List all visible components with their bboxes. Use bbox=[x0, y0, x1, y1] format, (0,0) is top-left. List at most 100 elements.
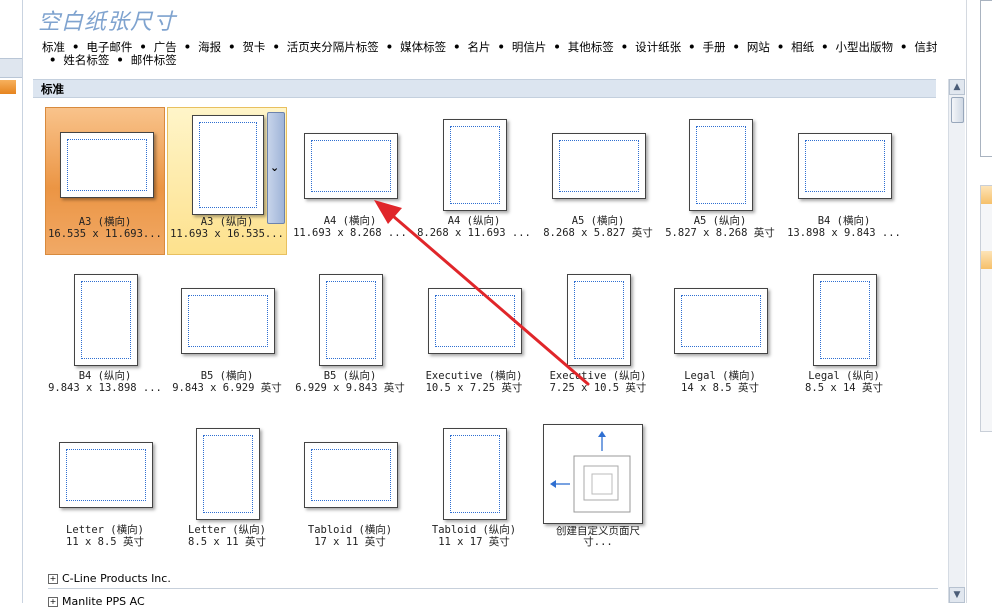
paper-size-dimensions: 11.693 x 16.535... bbox=[170, 228, 284, 240]
category-separator: • bbox=[228, 40, 236, 54]
paper-size-dimensions: 13.898 x 9.843 ... bbox=[787, 227, 901, 239]
category-separator: • bbox=[116, 53, 124, 67]
paper-size-dimensions: 11.693 x 8.268 ... bbox=[293, 227, 407, 239]
paper-size-name: Tabloid (横向) bbox=[307, 524, 393, 536]
category-link[interactable]: 设计纸张 bbox=[635, 41, 681, 54]
paper-thumbnail bbox=[443, 428, 507, 520]
vertical-scrollbar[interactable]: ▲ ▼ bbox=[948, 79, 965, 603]
section-header-standard: 标准 bbox=[33, 79, 936, 98]
paper-size-tile[interactable]: B5 (纵向) 6.929 x 9.843 英寸 bbox=[290, 262, 410, 410]
left-pane-highlight bbox=[0, 80, 16, 94]
paper-size-tile[interactable]: Letter (横向) 11 x 8.5 英寸 bbox=[45, 416, 165, 564]
paper-size-tile[interactable]: A4 (纵向) 8.268 x 11.693 ... bbox=[414, 107, 534, 255]
paper-size-name: Executive (纵向) bbox=[549, 370, 647, 382]
options-header-edge[interactable] bbox=[981, 186, 992, 204]
category-bar: 标准 • 电子邮件 • 广告 • 海报 • 贺卡 • 活页夹分隔片标签 • 媒体标签 • 名片 • 明信片 • 其他… bbox=[42, 41, 952, 67]
paper-size-dimensions: 11 x 17 英寸 bbox=[438, 536, 510, 548]
paper-size-tile[interactable]: Tabloid (横向) 17 x 11 英寸 bbox=[290, 416, 410, 564]
chevron-down-icon: ⌄ bbox=[270, 161, 280, 174]
paper-size-dimensions: 7.25 x 10.5 英寸 bbox=[549, 382, 647, 394]
paper-size-dimensions: 14 x 8.5 英寸 bbox=[681, 382, 759, 394]
paper-thumbnail bbox=[59, 442, 153, 508]
tile-dropdown-button[interactable]: ⌄ bbox=[267, 112, 285, 224]
paper-thumbnail bbox=[798, 133, 892, 199]
category-separator: • bbox=[821, 40, 829, 54]
category-link[interactable]: 贺卡 bbox=[242, 41, 265, 54]
paper-size-tile[interactable]: B5 (横向) 9.843 x 6.929 英寸 bbox=[167, 262, 287, 410]
preview-panel-edge bbox=[980, 0, 992, 157]
paper-size-tile[interactable]: Executive (纵向) 7.25 x 10.5 英寸 bbox=[538, 262, 658, 410]
paper-size-tile[interactable]: ⌄ A3 (纵向) 11.693 x 16.535... bbox=[167, 107, 287, 255]
category-link[interactable]: 姓名标签 bbox=[63, 54, 109, 67]
scroll-up-arrow-icon[interactable]: ▲ bbox=[949, 79, 965, 95]
options-header-edge-2[interactable] bbox=[981, 251, 992, 269]
category-link[interactable]: 活页夹分隔片标签 bbox=[287, 41, 379, 54]
category-separator: • bbox=[497, 40, 505, 54]
category-separator: • bbox=[272, 40, 280, 54]
paper-size-name: A4 (横向) bbox=[323, 215, 377, 227]
paper-size-tile[interactable]: Legal (纵向) 8.5 x 14 英寸 bbox=[784, 262, 904, 410]
paper-size-dimensions: 9.843 x 6.929 英寸 bbox=[172, 382, 282, 394]
paper-size-name: B5 (纵向) bbox=[323, 370, 377, 382]
category-link[interactable]: 相纸 bbox=[791, 41, 814, 54]
left-pane-tab[interactable] bbox=[0, 58, 22, 78]
paper-size-tile[interactable]: A5 (横向) 8.268 x 5.827 英寸 bbox=[538, 107, 658, 255]
custom-size-icon bbox=[550, 431, 631, 513]
custom-page-size-tile[interactable]: 创建自定义页面尺 寸... bbox=[538, 420, 658, 568]
scroll-thumb[interactable] bbox=[951, 97, 964, 123]
paper-thumbnail bbox=[60, 132, 154, 198]
paper-thumbnail bbox=[567, 274, 631, 366]
category-link[interactable]: 网站 bbox=[747, 41, 770, 54]
paper-size-name: B4 (纵向) bbox=[78, 370, 132, 382]
paper-size-name: Executive (横向) bbox=[425, 370, 523, 382]
paper-size-dimensions: 11 x 8.5 英寸 bbox=[66, 536, 144, 548]
paper-size-dimensions: 16.535 x 11.693... bbox=[48, 228, 162, 240]
paper-size-name: A3 (纵向) bbox=[200, 216, 254, 228]
paper-size-tile[interactable]: A3 (横向) 16.535 x 11.693... bbox=[45, 107, 165, 255]
category-link[interactable]: 邮件标签 bbox=[131, 54, 177, 67]
custom-size-thumbnail bbox=[543, 424, 643, 524]
group-divider bbox=[48, 588, 938, 589]
paper-size-name: Legal (纵向) bbox=[808, 370, 880, 382]
paper-size-tile[interactable]: B4 (横向) 13.898 x 9.843 ... bbox=[784, 107, 904, 255]
custom-tile-label-cont: 寸... bbox=[583, 536, 613, 548]
scroll-down-arrow-icon[interactable]: ▼ bbox=[949, 587, 965, 603]
paper-thumbnail bbox=[428, 288, 522, 354]
category-separator: • bbox=[620, 40, 629, 54]
group-row-manlite[interactable]: + Manlite PPS AC bbox=[48, 594, 938, 610]
paper-thumbnail bbox=[674, 288, 768, 354]
paper-size-tile[interactable]: A4 (横向) 11.693 x 8.268 ... bbox=[290, 107, 410, 255]
category-separator: • bbox=[183, 40, 192, 54]
paper-size-name: Letter (横向) bbox=[66, 524, 144, 536]
category-link[interactable]: 信封 bbox=[914, 41, 937, 54]
category-separator: • bbox=[49, 53, 57, 67]
group-label: Manlite PPS AC bbox=[62, 595, 145, 608]
expand-icon[interactable]: + bbox=[48, 597, 58, 607]
paper-thumbnail bbox=[192, 115, 264, 215]
group-row-cline[interactable]: + C-Line Products Inc. bbox=[48, 571, 938, 587]
right-pane-edge bbox=[966, 0, 992, 603]
category-link[interactable]: 名片 bbox=[468, 41, 491, 54]
paper-size-tile[interactable]: Letter (纵向) 8.5 x 11 英寸 bbox=[167, 416, 287, 564]
category-link[interactable]: 手册 bbox=[702, 41, 725, 54]
paper-size-name: A5 (纵向) bbox=[693, 215, 747, 227]
category-link[interactable]: 小型出版物 bbox=[836, 41, 894, 54]
category-link[interactable]: 海报 bbox=[198, 41, 221, 54]
paper-size-name: Letter (纵向) bbox=[188, 524, 266, 536]
expand-icon[interactable]: + bbox=[48, 574, 58, 584]
paper-size-tile[interactable]: B4 (纵向) 9.843 x 13.898 ... bbox=[45, 262, 165, 410]
paper-thumbnail bbox=[443, 119, 507, 211]
category-link[interactable]: 媒体标签 bbox=[400, 41, 446, 54]
category-separator: • bbox=[453, 40, 461, 54]
paper-size-tile[interactable]: Executive (横向) 10.5 x 7.25 英寸 bbox=[414, 262, 534, 410]
paper-size-tile[interactable]: Legal (横向) 14 x 8.5 英寸 bbox=[660, 262, 780, 410]
category-link[interactable]: 明信片 bbox=[512, 41, 547, 54]
paper-size-name: Tabloid (纵向) bbox=[431, 524, 517, 536]
category-separator: • bbox=[900, 40, 908, 54]
paper-size-dimensions: 5.827 x 8.268 英寸 bbox=[665, 227, 775, 239]
category-link[interactable]: 其他标签 bbox=[568, 41, 614, 54]
paper-size-dimensions: 8.5 x 14 英寸 bbox=[805, 382, 883, 394]
paper-thumbnail bbox=[304, 133, 398, 199]
paper-size-tile[interactable]: Tabloid (纵向) 11 x 17 英寸 bbox=[414, 416, 534, 564]
paper-size-tile[interactable]: A5 (纵向) 5.827 x 8.268 英寸 bbox=[660, 107, 780, 255]
